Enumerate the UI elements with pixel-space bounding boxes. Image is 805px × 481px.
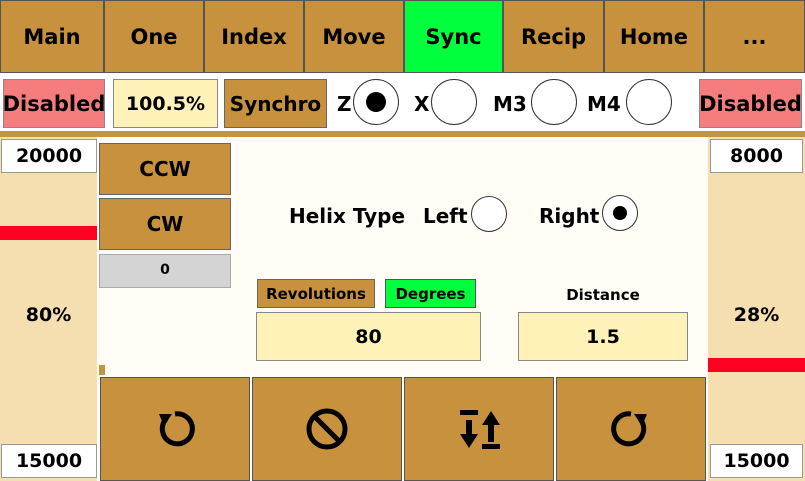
left-level-marker[interactable] xyxy=(0,226,97,240)
sort-button[interactable] xyxy=(404,377,554,481)
speed-value: 100.5% xyxy=(125,92,206,115)
status-disabled-right[interactable]: Disabled xyxy=(699,79,802,128)
revolutions-button[interactable]: Revolutions xyxy=(257,279,375,308)
status-label: Disabled xyxy=(2,91,106,116)
helix-left-label: Left xyxy=(423,204,468,228)
rotate-ccw-icon xyxy=(159,411,195,447)
stop-button[interactable] xyxy=(252,377,402,481)
left-top-value[interactable]: 20000 xyxy=(1,139,97,173)
radio-dot xyxy=(366,92,386,112)
left-bottom-value[interactable]: 15000 xyxy=(1,444,97,478)
axis-radio-x[interactable] xyxy=(431,79,477,125)
status-disabled-left[interactable]: Disabled xyxy=(3,79,105,128)
right-percent: 28% xyxy=(733,304,780,326)
helix-type-label: Helix Type xyxy=(289,204,406,228)
tab-label: One xyxy=(130,24,178,49)
cw-label: CW xyxy=(146,212,184,236)
tab-label: Main xyxy=(23,24,81,49)
synchro-label: Synchro xyxy=(229,91,322,116)
helix-left-radio[interactable] xyxy=(471,196,507,232)
tab-move[interactable]: Move xyxy=(304,0,404,73)
rotate-ccw-button[interactable] xyxy=(100,377,250,481)
helix-right-radio[interactable] xyxy=(602,195,638,231)
small-indicator xyxy=(99,365,105,375)
speed-percent-field[interactable]: 100.5% xyxy=(113,79,218,128)
degrees-button[interactable]: Degrees xyxy=(385,279,476,308)
tab-label: Sync xyxy=(425,24,482,49)
distance-label: Distance xyxy=(566,286,640,304)
degrees-label: Degrees xyxy=(395,284,466,303)
tab-index[interactable]: Index xyxy=(204,0,304,73)
tab-label: Recip xyxy=(520,24,587,49)
tab-main[interactable]: Main xyxy=(0,0,104,73)
ccw-label: CCW xyxy=(139,157,191,181)
radio-dot xyxy=(613,206,627,220)
degrees-input[interactable]: 80 xyxy=(256,312,481,361)
tab-more[interactable]: ... xyxy=(704,0,805,73)
axis-label-m3: M3 xyxy=(493,92,527,116)
tab-label: Home xyxy=(619,24,689,49)
right-top-value[interactable]: 8000 xyxy=(710,139,803,173)
revolutions-label: Revolutions xyxy=(266,284,366,303)
distance-value: 1.5 xyxy=(586,325,620,348)
value-text: 15000 xyxy=(15,450,83,472)
left-percent: 80% xyxy=(25,304,72,326)
tab-sync[interactable]: Sync xyxy=(404,0,503,73)
tab-recip[interactable]: Recip xyxy=(503,0,604,73)
axis-radio-m3[interactable] xyxy=(531,79,577,125)
helix-right-label: Right xyxy=(539,204,600,228)
synchro-button[interactable]: Synchro xyxy=(224,79,327,128)
ccw-button[interactable]: CCW xyxy=(99,143,231,195)
tab-label: Index xyxy=(221,24,287,49)
status-label: Disabled xyxy=(699,91,802,116)
rotate-cw-icon xyxy=(611,411,647,447)
axis-radio-z[interactable] xyxy=(353,79,399,125)
axis-label-m4: M4 xyxy=(587,92,621,116)
tab-home[interactable]: Home xyxy=(604,0,704,73)
value-text: 15000 xyxy=(723,450,790,472)
right-level-marker[interactable] xyxy=(708,358,805,372)
axis-label-x: X xyxy=(414,92,430,116)
cw-button[interactable]: CW xyxy=(99,198,231,250)
tab-label: Move xyxy=(322,24,386,49)
degrees-value: 80 xyxy=(355,325,382,348)
tab-one[interactable]: One xyxy=(104,0,204,73)
distance-input[interactable]: 1.5 xyxy=(518,312,688,361)
counter-display: 0 xyxy=(99,254,231,288)
tab-label: ... xyxy=(742,24,767,49)
right-bottom-value[interactable]: 15000 xyxy=(710,444,803,478)
rotate-cw-button[interactable] xyxy=(556,377,706,481)
axis-label-z: Z xyxy=(337,92,352,116)
stop-icon xyxy=(306,408,348,450)
value-text: 20000 xyxy=(15,145,83,167)
sort-arrows-icon xyxy=(460,410,500,449)
value-text: 8000 xyxy=(730,145,783,167)
axis-radio-m4[interactable] xyxy=(626,79,672,125)
counter-value: 0 xyxy=(160,262,170,278)
